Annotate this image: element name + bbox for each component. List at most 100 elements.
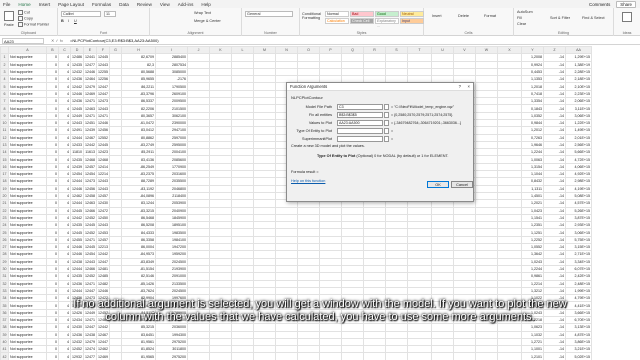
cell[interactable]: 5,66E+15 [565,148,592,157]
cell[interactable]: 12435 [70,221,84,230]
cell[interactable]: 2035500 [155,177,188,186]
cell[interactable]: 12213 [96,242,110,252]
cell[interactable]: 3,06E+15 [565,111,592,120]
cell[interactable] [253,191,276,201]
cell[interactable] [363,250,386,259]
tab-view[interactable]: View [160,2,170,7]
cell[interactable]: 4 [58,235,71,245]
cell[interactable] [109,323,122,332]
style-calculation[interactable]: Calculation [325,18,349,24]
row-header[interactable]: 38 [0,323,9,332]
column-header[interactable]: Z [543,46,566,55]
cell[interactable] [253,206,276,215]
cell[interactable]: 12445 [83,221,97,230]
cell[interactable]: 4 [58,206,71,215]
cell[interactable] [319,345,342,354]
cell[interactable] [475,235,498,245]
cell[interactable] [187,126,210,135]
cell[interactable] [385,228,408,237]
cell[interactable]: 12446 [83,67,97,77]
sort-filter-button[interactable]: Sort & Filter [550,16,570,20]
cell[interactable] [209,148,232,157]
cell[interactable] [453,257,476,266]
cell[interactable]: 82,2206 [121,104,156,113]
cell[interactable]: 12441 [83,53,97,62]
cell[interactable] [341,352,364,360]
cell[interactable]: -84,9573 [121,250,156,259]
cell[interactable] [475,67,498,77]
cell[interactable]: 0 [46,330,59,339]
cell[interactable]: 4 [58,345,71,354]
cell[interactable]: 0 [46,162,59,172]
cell[interactable]: 2024500 [155,257,188,266]
cell[interactable] [475,242,498,252]
cell[interactable]: 2,98E+15 [565,177,592,186]
cell[interactable] [231,345,254,354]
cell[interactable]: 0,8432 [521,177,544,186]
cell[interactable] [253,82,276,91]
cell[interactable]: -14 [543,330,566,339]
row-header[interactable]: 30 [0,264,9,274]
cell[interactable] [475,264,498,274]
row-header[interactable]: 21 [0,199,9,208]
cell[interactable]: 2004100 [155,148,188,157]
cell[interactable]: 12438 [70,257,84,266]
cell[interactable] [209,228,232,237]
cell[interactable] [475,272,498,281]
format-painter-button[interactable]: Format Painter [18,22,49,27]
cell[interactable]: 1,2252 [521,235,544,245]
cell[interactable] [497,155,522,164]
cell[interactable]: 0,7418 [521,89,544,99]
cell[interactable] [109,257,122,266]
cell[interactable] [385,235,408,245]
cell[interactable]: 12472 [96,206,110,215]
cell[interactable]: Not supportee [8,104,47,113]
cell[interactable] [231,221,254,230]
cell[interactable]: Not supportee [8,60,47,69]
help-link[interactable]: Help on this function [291,179,325,183]
cell[interactable]: 1,1044 [521,170,544,179]
cell[interactable] [497,279,522,288]
cell[interactable]: Not supportee [8,242,47,252]
cell[interactable] [319,67,342,77]
cell[interactable]: 5,26E+15 [565,206,592,215]
cell[interactable] [209,140,232,150]
cell[interactable] [187,162,210,172]
cell[interactable]: 12454 [70,170,84,179]
cell[interactable] [187,191,210,201]
cell[interactable] [407,60,432,69]
cell[interactable]: 2009500 [155,97,188,106]
cell[interactable] [453,345,476,354]
cell[interactable]: 12438 [83,330,97,339]
cell[interactable] [109,191,122,201]
cell[interactable] [231,67,254,77]
cell[interactable] [363,279,386,288]
cell[interactable] [363,235,386,245]
cell[interactable]: 1845900 [155,213,188,223]
cell[interactable]: -14 [543,228,566,237]
cell[interactable] [475,184,498,193]
cell[interactable]: Not supportee [8,162,47,172]
cell[interactable] [341,250,364,259]
column-header[interactable]: G [109,46,122,55]
cell[interactable] [109,352,122,360]
cell[interactable] [253,323,276,332]
cell[interactable] [231,111,254,120]
cell[interactable] [209,250,232,259]
cell[interactable]: -14 [543,191,566,201]
cell[interactable] [209,104,232,113]
cell[interactable] [231,53,254,62]
cell[interactable] [297,221,320,230]
cell[interactable]: 12445 [96,53,110,62]
cell[interactable] [231,279,254,288]
cell[interactable] [209,162,232,172]
cell[interactable] [297,330,320,339]
row-header[interactable]: 12 [0,133,9,142]
cell[interactable]: 12446 [96,118,110,128]
cell[interactable]: 2609100 [155,89,188,99]
cell[interactable] [275,352,298,360]
cell[interactable] [297,345,320,354]
cell[interactable] [297,257,320,266]
cell[interactable] [407,206,432,215]
cell[interactable] [319,213,342,223]
